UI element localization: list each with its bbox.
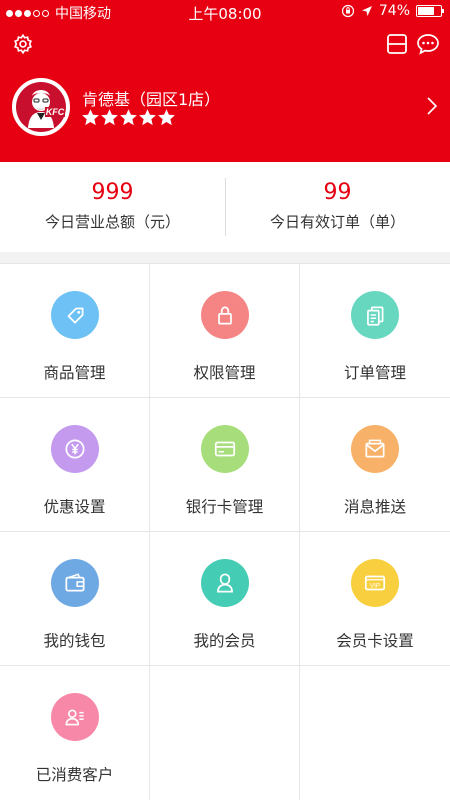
- menu-item[interactable]: 已消费客户: [0, 666, 150, 800]
- star-icon: [158, 109, 175, 126]
- vip-card-icon: VIP: [351, 559, 399, 607]
- customer-list-icon: [50, 693, 99, 741]
- store-profile-row[interactable]: KFC 肯德基（园区1店）: [12, 78, 442, 138]
- menu-item-label: 订单管理: [343, 364, 406, 382]
- star-icon: [101, 109, 118, 126]
- function-grid: 商品管理 权限管理 订单管理优惠设置 银行卡管理 消息推送我的钱包 我的会员 VIP 会员卡设…: [0, 263, 450, 800]
- battery-icon: [416, 5, 444, 17]
- orders-value: 99: [323, 180, 352, 205]
- menu-item[interactable]: 订单管理: [300, 264, 450, 398]
- menu-item[interactable]: 我的会员: [150, 532, 300, 666]
- menu-item[interactable]: 权限管理: [150, 264, 300, 398]
- user-icon: [200, 559, 249, 607]
- empty-cell: [150, 666, 300, 800]
- menu-item[interactable]: 商品管理: [0, 264, 150, 398]
- menu-item[interactable]: 优惠设置: [0, 398, 150, 532]
- kfc-logo: KFC: [14, 80, 68, 134]
- status-bar: 中国移动 上午08:00 74%: [0, 0, 450, 24]
- menu-item[interactable]: 银行卡管理: [150, 398, 300, 532]
- tag-icon: [50, 291, 99, 339]
- lock-icon: [200, 291, 249, 339]
- star-icon: [82, 109, 99, 126]
- menu-item-label: 优惠设置: [43, 498, 106, 516]
- chevron-right-icon[interactable]: [426, 96, 438, 116]
- battery-percent: 74%: [378, 3, 410, 19]
- card-icon: [200, 425, 249, 473]
- menu-item-label: 我的会员: [193, 632, 256, 650]
- document-icon: [351, 291, 399, 339]
- message-icon[interactable]: [416, 33, 440, 55]
- location-arrow-icon: [361, 6, 372, 16]
- menu-item-label: 消息推送: [343, 498, 406, 516]
- star-icon: [139, 109, 156, 126]
- menu-item-label: 已消费客户: [35, 766, 114, 784]
- stat-revenue[interactable]: 999 今日营业总额（元）: [0, 162, 225, 252]
- store-name: 肯德基（园区1店）: [82, 90, 221, 109]
- svg-text:KFC: KFC: [46, 107, 65, 117]
- header: 中国移动 上午08:00 74% KFC 肯德基（园区1店）: [0, 0, 450, 162]
- scan-icon[interactable]: [386, 33, 408, 55]
- store-avatar: KFC: [12, 78, 70, 136]
- orders-label: 今日有效订单（单）: [269, 213, 405, 231]
- yen-icon: [50, 425, 99, 473]
- stat-orders[interactable]: 99 今日有效订单（单）: [225, 162, 450, 252]
- menu-item-label: 银行卡管理: [185, 498, 264, 516]
- store-rating: [82, 109, 175, 126]
- revenue-label: 今日营业总额（元）: [44, 213, 180, 231]
- menu-item-label: 会员卡设置: [336, 632, 414, 650]
- svg-text:VIP: VIP: [370, 583, 380, 590]
- menu-item[interactable]: VIP 会员卡设置: [300, 532, 450, 666]
- star-icon: [120, 109, 137, 126]
- menu-item[interactable]: 消息推送: [300, 398, 450, 532]
- menu-item[interactable]: 我的钱包: [0, 532, 150, 666]
- today-stats: 999 今日营业总额（元） 99 今日有效订单（单）: [0, 162, 450, 252]
- orientation-lock-icon: [341, 4, 354, 18]
- wallet-icon: [50, 559, 99, 607]
- menu-item-label: 商品管理: [43, 364, 106, 382]
- gear-icon[interactable]: [12, 33, 34, 55]
- revenue-value: 999: [91, 180, 134, 205]
- empty-cell: [300, 666, 450, 800]
- envelope-icon: [351, 425, 399, 473]
- menu-item-label: 我的钱包: [43, 632, 106, 650]
- menu-item-label: 权限管理: [193, 364, 256, 382]
